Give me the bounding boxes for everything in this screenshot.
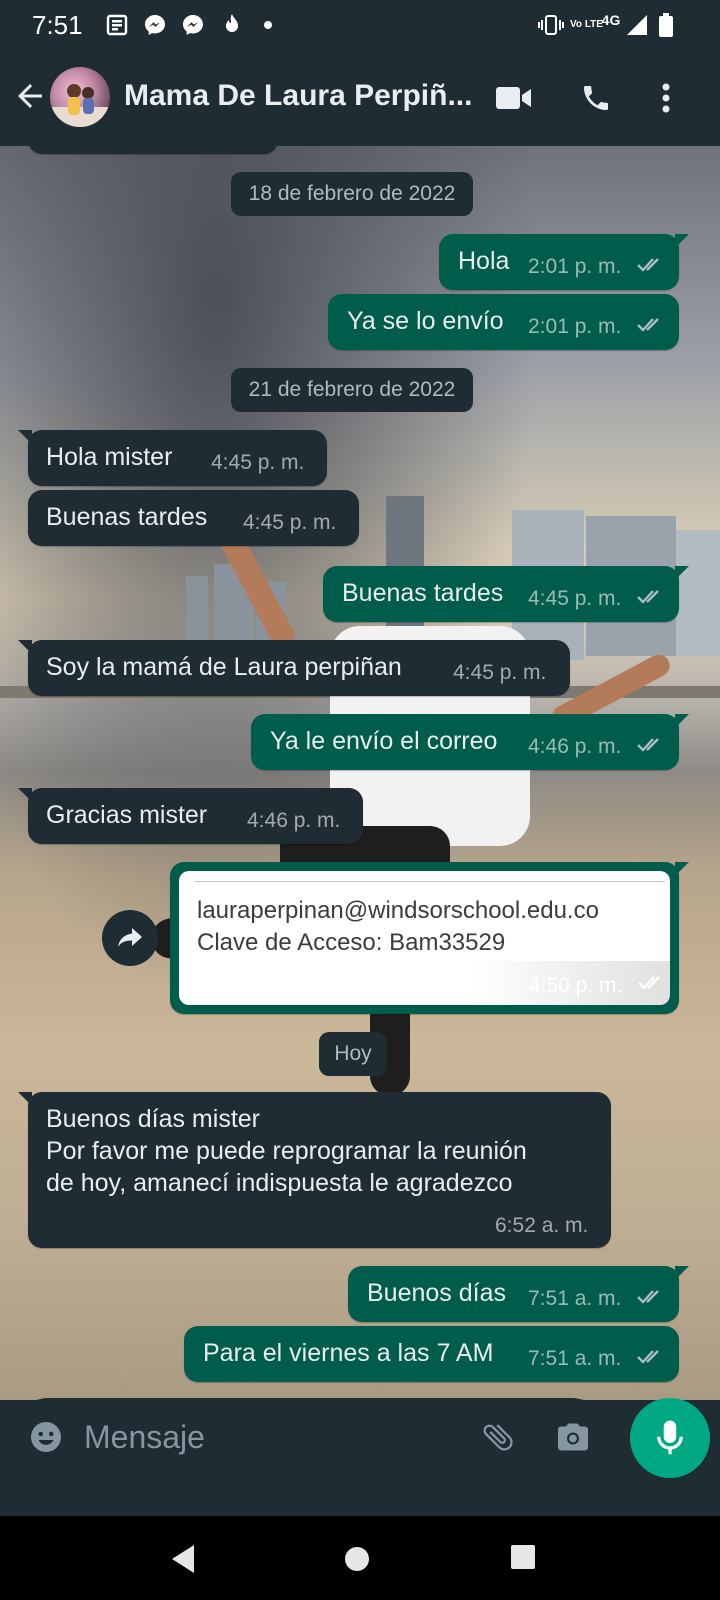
- attach-paperclip-icon[interactable]: [480, 1418, 516, 1456]
- read-ticks-icon: [637, 258, 659, 272]
- status-bar: 7:51 Vo LTE 4G: [0, 0, 720, 50]
- outgoing-image-message[interactable]: lauraperpinan@windsorschool.edu.co Clave…: [170, 862, 689, 1014]
- forward-icon: [118, 928, 142, 947]
- nav-back-icon[interactable]: [168, 1542, 202, 1576]
- nav-recents-icon[interactable]: [508, 1542, 542, 1576]
- message-time: 4:45 p. m.: [211, 451, 305, 474]
- message-time: 6:52 a. m.: [495, 1214, 589, 1237]
- message-text: Hola: [458, 247, 510, 275]
- emoji-icon[interactable]: [28, 1419, 64, 1455]
- read-ticks-icon: [638, 976, 660, 990]
- image-email-text: lauraperpinan@windsorschool.edu.co: [197, 897, 599, 924]
- forward-button[interactable]: [102, 910, 158, 966]
- battery-icon: [656, 12, 676, 38]
- outgoing-message[interactable]: Ya se lo envío 2:01 p. m.: [328, 294, 679, 350]
- message-time: 2:01 p. m.: [528, 255, 622, 278]
- tinder-flame-icon: [220, 12, 244, 38]
- incoming-message[interactable]: Hola mister 4:45 p. m.: [18, 430, 327, 486]
- incoming-message[interactable]: Soy la mamá de Laura perpiñan 4:45 p. m.: [18, 640, 570, 696]
- messenger-icon: [142, 12, 168, 38]
- vibrate-icon: [538, 12, 564, 38]
- outgoing-message[interactable]: Hola 2:01 p. m.: [439, 234, 689, 290]
- message-input[interactable]: Mensaje: [84, 1419, 205, 1456]
- date-chip: 21 de febrero de 2022: [231, 368, 473, 412]
- news-icon: [104, 12, 130, 38]
- camera-icon[interactable]: [554, 1419, 592, 1455]
- voice-call-icon[interactable]: [578, 80, 614, 116]
- message-time: 7:51 a. m.: [528, 1287, 622, 1310]
- overflow-menu-icon[interactable]: [654, 80, 678, 116]
- outgoing-message[interactable]: Buenos días 7:51 a. m.: [348, 1266, 689, 1322]
- message-time: 4:46 p. m.: [528, 735, 622, 758]
- message-time: 4:45 p. m.: [453, 661, 547, 684]
- message-text: Ya le envío el correo: [270, 727, 498, 755]
- more-notifications-dot-icon: [262, 12, 274, 38]
- back-arrow-icon[interactable]: [12, 78, 48, 114]
- wallpaper-building: [676, 530, 720, 656]
- message-text: Ya se lo envío: [347, 307, 504, 335]
- chat-header: Mama De Laura Perpiñ...: [0, 50, 720, 146]
- read-ticks-icon: [637, 738, 659, 752]
- message-composer[interactable]: Mensaje: [10, 1398, 610, 1476]
- message-text-line: Buenos días mister: [46, 1105, 260, 1133]
- message-time: 4:50 p. m.: [529, 974, 623, 997]
- message-text-line: Por favor me puede reprogramar la reunió…: [46, 1137, 527, 1165]
- nav-home-icon[interactable]: [340, 1542, 374, 1576]
- contact-name[interactable]: Mama De Laura Perpiñ...: [124, 79, 474, 113]
- message-text: Hola mister: [46, 443, 173, 471]
- outgoing-message[interactable]: Buenas tardes 4:45 p. m.: [323, 566, 689, 622]
- date-chip: 18 de febrero de 2022: [231, 172, 473, 216]
- message-text: Buenos días: [367, 1279, 506, 1307]
- message-text: Buenas tardes: [46, 503, 208, 531]
- message-text-line: de hoy, amanecí indispuesta le agradezco: [46, 1169, 513, 1197]
- message-text: Soy la mamá de Laura perpiñan: [46, 653, 402, 681]
- message-text: Para el viernes a las 7 AM: [203, 1339, 494, 1367]
- status-time: 7:51: [32, 10, 83, 40]
- microphone-icon: [657, 1420, 683, 1455]
- date-chip: Hoy: [319, 1032, 387, 1076]
- volte-label: Vo LTE: [570, 19, 603, 30]
- image-divider: [195, 881, 665, 882]
- signal-icon: [624, 12, 650, 38]
- incoming-message[interactable]: Buenas tardes 4:45 p. m.: [28, 490, 359, 546]
- message-text: Gracias mister: [46, 801, 208, 829]
- voice-message-button[interactable]: [630, 1398, 710, 1478]
- message-bubble-partial[interactable]: [28, 146, 278, 154]
- system-nav-bar: [0, 1516, 720, 1600]
- read-ticks-icon: [637, 590, 659, 604]
- network-type: 4G: [601, 12, 621, 28]
- read-ticks-icon: [637, 1350, 659, 1364]
- message-time: 4:45 p. m.: [528, 587, 622, 610]
- message-time: 7:51 a. m.: [528, 1347, 622, 1370]
- image-password-text: Clave de Acceso: Bam33529: [197, 929, 506, 956]
- video-call-icon[interactable]: [494, 80, 534, 116]
- message-time: 2:01 p. m.: [528, 315, 622, 338]
- outgoing-message[interactable]: Para el viernes a las 7 AM 7:51 a. m.: [184, 1326, 679, 1382]
- contact-avatar[interactable]: [50, 67, 110, 127]
- incoming-message[interactable]: Gracias mister 4:46 p. m.: [18, 788, 363, 844]
- message-time: 4:45 p. m.: [243, 511, 337, 534]
- message-time: 4:46 p. m.: [247, 809, 341, 832]
- outgoing-message[interactable]: Ya le envío el correo 4:46 p. m.: [251, 714, 689, 770]
- chat-wallpaper[interactable]: 18 de febrero de 2022 21 de febrero de 2…: [0, 146, 720, 1400]
- incoming-message[interactable]: Buenos días mister Por favor me puede re…: [18, 1092, 611, 1248]
- read-ticks-icon: [637, 318, 659, 332]
- read-ticks-icon: [637, 1290, 659, 1304]
- message-text: Buenas tardes: [342, 579, 504, 607]
- messenger-icon-2: [180, 12, 206, 38]
